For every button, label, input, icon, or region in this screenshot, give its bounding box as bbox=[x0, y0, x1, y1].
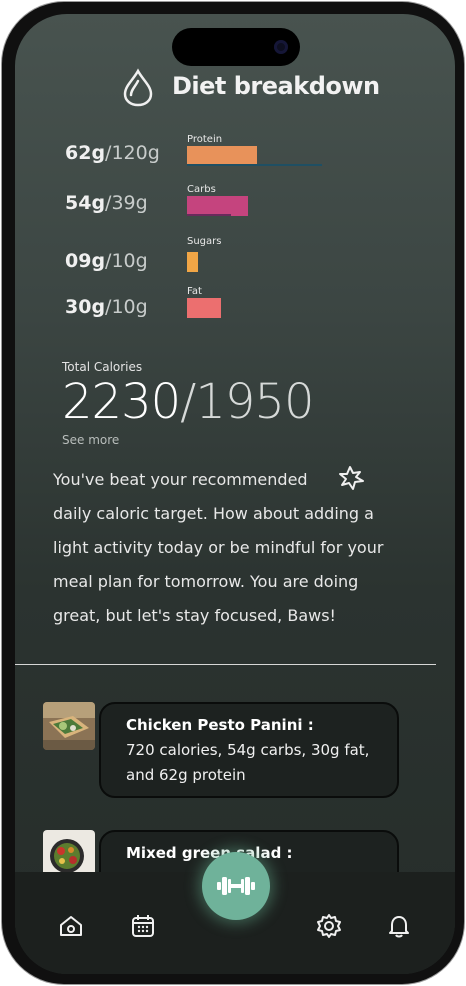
sugars-bar bbox=[187, 252, 198, 272]
nav-settings[interactable] bbox=[313, 910, 345, 942]
meal-card-panini[interactable]: Chicken Pesto Panini : 720 calories, 54g… bbox=[99, 702, 399, 798]
meal-name: Chicken Pesto Panini : bbox=[126, 716, 314, 734]
meal-description: 720 calories, 54g carbs, 30g fat, and 62… bbox=[126, 741, 370, 784]
total-calories-label: Total Calories bbox=[62, 360, 143, 374]
nutrient-row-sugars: 09g/10g Sugars bbox=[15, 236, 455, 290]
total-calories-value: 2230/1950 bbox=[62, 374, 314, 430]
calendar-icon bbox=[132, 915, 154, 937]
workout-fab-button[interactable] bbox=[202, 852, 270, 920]
gear-icon bbox=[317, 914, 341, 938]
fat-bar bbox=[187, 298, 221, 318]
drop-icon bbox=[122, 68, 154, 112]
header: Diet breakdown bbox=[15, 66, 455, 110]
nutrient-amount: 62g/120g bbox=[65, 142, 160, 164]
app-screen: Diet breakdown 62g/120g Protein 54g/39g … bbox=[15, 14, 455, 974]
home-icon bbox=[60, 916, 82, 936]
nutrient-label: Carbs bbox=[187, 184, 216, 195]
see-more-link[interactable]: See more bbox=[62, 433, 119, 447]
protein-bar bbox=[187, 146, 257, 166]
nutrient-label: Fat bbox=[187, 286, 202, 297]
nutrient-row-fat: 30g/10g Fat bbox=[15, 286, 455, 336]
carbs-bar bbox=[187, 196, 248, 216]
protein-bar-track bbox=[187, 164, 322, 166]
nutrient-amount: 30g/10g bbox=[65, 296, 148, 318]
nutrient-label: Protein bbox=[187, 134, 223, 145]
dumbbell-icon bbox=[217, 877, 255, 895]
nutrient-label: Sugars bbox=[187, 236, 222, 247]
nutrient-amount: 54g/39g bbox=[65, 192, 148, 214]
meal-thumbnail-panini[interactable] bbox=[43, 702, 95, 750]
bell-icon bbox=[389, 916, 409, 938]
nutrient-row-carbs: 54g/39g Carbs bbox=[15, 184, 455, 232]
nutrient-amount: 09g/10g bbox=[65, 250, 148, 272]
page-title: Diet breakdown bbox=[172, 72, 380, 100]
nutrient-row-protein: 62g/120g Protein bbox=[15, 134, 455, 182]
divider bbox=[15, 664, 436, 665]
meal-thumbnail-salad[interactable] bbox=[43, 830, 95, 878]
dynamic-island bbox=[172, 28, 300, 66]
carbs-bar-track bbox=[187, 214, 231, 216]
phone-frame: Diet breakdown 62g/120g Protein 54g/39g … bbox=[2, 2, 464, 984]
nav-notifications[interactable] bbox=[383, 910, 415, 942]
nav-home[interactable] bbox=[55, 910, 87, 942]
meal-name: Mixed green salad : bbox=[126, 844, 293, 862]
camera-icon bbox=[274, 40, 288, 54]
nav-calendar[interactable] bbox=[127, 910, 159, 942]
star-icon bbox=[338, 464, 366, 496]
